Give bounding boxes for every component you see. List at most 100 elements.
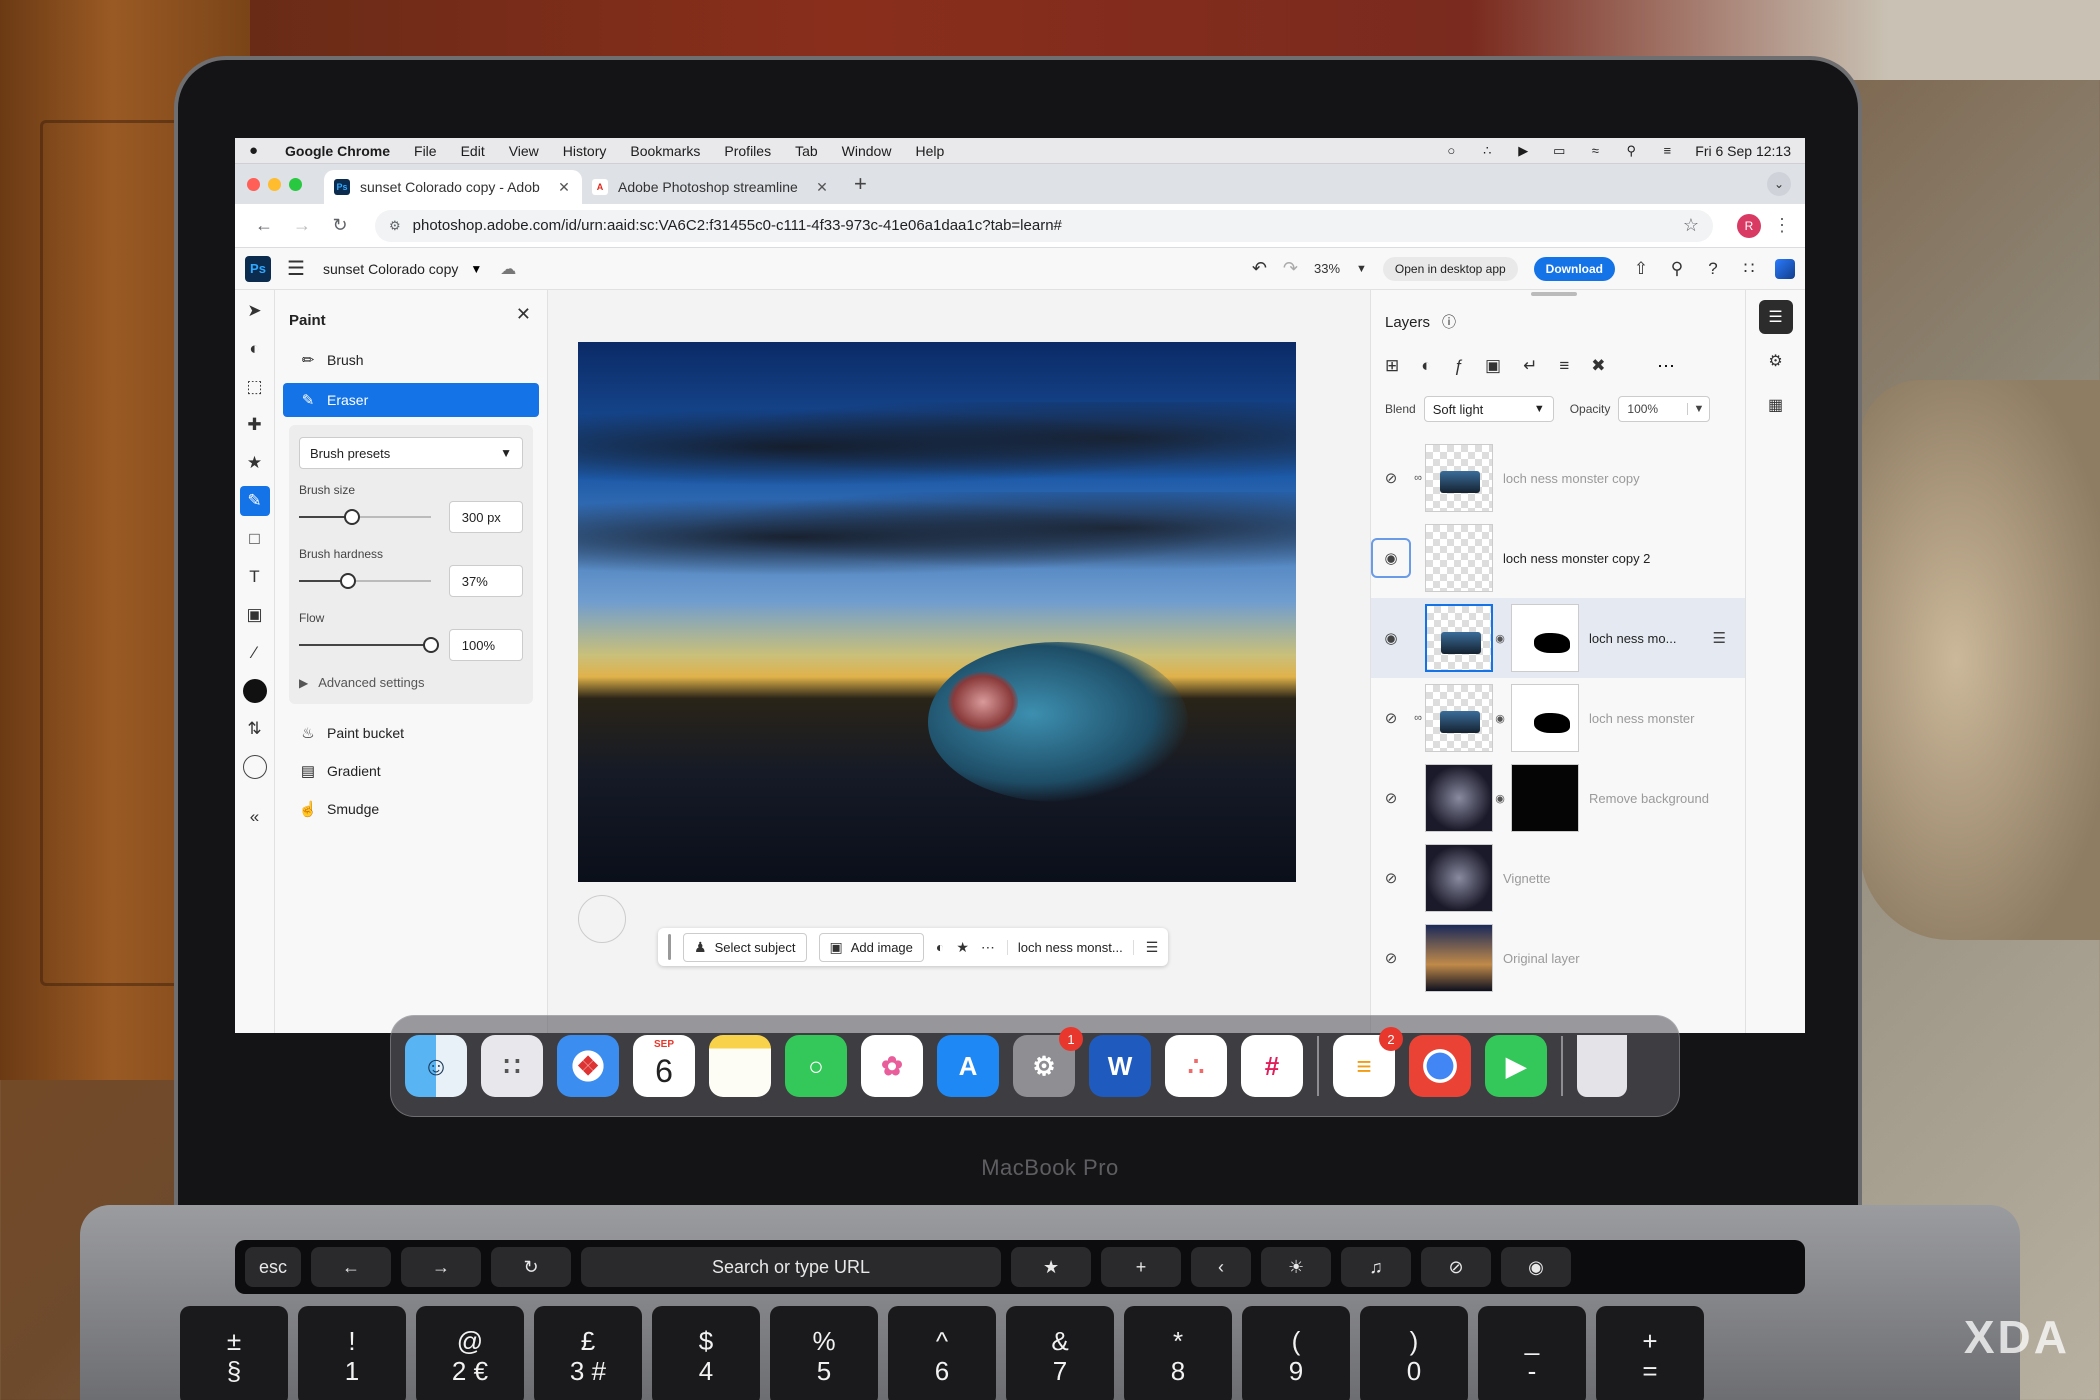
paint-bucket-tool-item[interactable]: ♨ Paint bucket bbox=[283, 716, 539, 750]
download-button[interactable]: Download bbox=[1533, 256, 1615, 281]
key-6[interactable]: ^ 6 bbox=[888, 1306, 996, 1400]
asana-icon[interactable]: ∴ bbox=[1165, 1035, 1227, 1097]
taskbar-layer-name[interactable]: loch ness monst... bbox=[1006, 939, 1134, 955]
close-tab-icon[interactable]: ✕ bbox=[556, 179, 572, 196]
brush-presets-dropdown[interactable]: Brush presets ▼ bbox=[299, 437, 523, 469]
selection-tool-icon[interactable]: ⬚ bbox=[240, 372, 270, 402]
undo-icon[interactable]: ↶ bbox=[1252, 258, 1267, 279]
mask-link-icon[interactable]: ◉ bbox=[1493, 712, 1507, 725]
brush-tool-item[interactable]: ✏ Brush bbox=[283, 343, 539, 377]
menu-app-name[interactable]: Google Chrome bbox=[285, 143, 390, 159]
eye-visible-icon[interactable]: ◉ bbox=[1371, 538, 1411, 578]
site-settings-icon[interactable]: ⚙ bbox=[389, 218, 401, 234]
touchbar-back-icon[interactable]: ← bbox=[311, 1247, 392, 1287]
menubar-clock[interactable]: Fri 6 Sep 12:13 bbox=[1695, 143, 1791, 159]
layer-mask-thumbnail[interactable] bbox=[1511, 604, 1579, 672]
eye-hidden-icon[interactable]: ⊘ bbox=[1371, 458, 1411, 498]
slider-knob[interactable] bbox=[343, 509, 360, 525]
eye-visible-icon[interactable]: ◉ bbox=[1371, 618, 1411, 658]
touchbar-siri-icon[interactable]: ◉ bbox=[1501, 1247, 1572, 1287]
properties-panel-icon[interactable]: ⚙ bbox=[1759, 344, 1793, 378]
hamburger-menu-icon[interactable]: ☰ bbox=[287, 256, 305, 281]
redo-icon[interactable]: ↷ bbox=[1283, 258, 1298, 279]
swap-colors-icon[interactable]: ⇅ bbox=[240, 714, 270, 744]
canvas-image[interactable] bbox=[578, 342, 1296, 882]
mask-link-icon[interactable]: ◉ bbox=[1493, 632, 1507, 645]
touchbar-collapse-icon[interactable]: ‹ bbox=[1191, 1247, 1252, 1287]
layer-row[interactable]: ⊘ ◉ Remove background bbox=[1371, 758, 1746, 838]
tab-adobe-article[interactable]: A Adobe Photoshop streamline ✕ bbox=[582, 170, 840, 204]
layer-row[interactable]: ⊘ ∞ loch ness monster copy bbox=[1371, 438, 1746, 518]
messages-icon[interactable]: ○ bbox=[785, 1035, 847, 1097]
layer-row[interactable]: ◉ loch ness monster copy 2 bbox=[1371, 518, 1746, 598]
adjustment-icon[interactable]: ◐ bbox=[936, 939, 944, 955]
creative-cloud-icon[interactable] bbox=[1775, 258, 1795, 279]
key-8[interactable]: * 8 bbox=[1124, 1306, 1232, 1400]
opacity-input[interactable]: 100% ▼ bbox=[1618, 396, 1711, 422]
eraser-tool-item[interactable]: ✎ Eraser bbox=[283, 383, 539, 417]
facetime-icon[interactable]: ▶ bbox=[1485, 1035, 1547, 1097]
help-icon[interactable]: ? bbox=[1703, 259, 1723, 279]
mask-link-icon[interactable]: ◉ bbox=[1493, 792, 1507, 805]
finder-icon[interactable]: ☺ bbox=[405, 1035, 467, 1097]
apps-grid-icon[interactable]: ∷ bbox=[1739, 259, 1759, 279]
touchbar-new-tab-icon[interactable]: + bbox=[1101, 1247, 1182, 1287]
menu-file[interactable]: File bbox=[414, 143, 437, 159]
battery-icon[interactable]: ▭ bbox=[1551, 143, 1567, 158]
adjustment-tool-icon[interactable]: ◐ bbox=[240, 334, 270, 364]
key-equals[interactable]: + = bbox=[1596, 1306, 1704, 1400]
notes-icon[interactable] bbox=[709, 1035, 771, 1097]
asana-status-icon[interactable]: ∴ bbox=[1479, 143, 1495, 158]
back-icon[interactable]: ← bbox=[249, 215, 279, 236]
adjustment-layer-icon[interactable]: ◐ bbox=[1421, 356, 1431, 376]
trash-icon[interactable] bbox=[1577, 1035, 1627, 1097]
launchpad-icon[interactable]: ∷ bbox=[481, 1035, 543, 1097]
forward-icon[interactable]: → bbox=[287, 215, 317, 236]
eye-hidden-icon[interactable]: ⊘ bbox=[1371, 698, 1411, 738]
zoom-chevron-down-icon[interactable]: ▼ bbox=[1356, 263, 1367, 275]
add-layer-icon[interactable]: ⊞ bbox=[1385, 356, 1399, 376]
creative-cloud-icon[interactable]: ○ bbox=[1443, 143, 1459, 158]
play-icon[interactable]: ▶ bbox=[1515, 143, 1531, 158]
shape-tool-icon[interactable]: □ bbox=[240, 524, 270, 554]
touchbar-forward-icon[interactable]: → bbox=[401, 1247, 482, 1287]
comments-panel-icon[interactable]: ▦ bbox=[1759, 388, 1793, 422]
slider-knob[interactable] bbox=[423, 637, 439, 653]
esc-key[interactable]: esc bbox=[245, 1247, 302, 1287]
calendar-icon[interactable]: SEP 6 bbox=[633, 1035, 695, 1097]
eye-hidden-icon[interactable]: ⊘ bbox=[1371, 858, 1411, 898]
key-minus[interactable]: _ - bbox=[1478, 1306, 1586, 1400]
system-settings-icon[interactable]: ⚙ 1 bbox=[1013, 1027, 1083, 1097]
move-tool-icon[interactable]: ➤ bbox=[240, 296, 270, 326]
menu-help[interactable]: Help bbox=[915, 143, 944, 159]
control-center-icon[interactable]: ≡ bbox=[1659, 143, 1675, 158]
info-icon[interactable]: ⓘ bbox=[1442, 312, 1456, 332]
close-tab-icon[interactable]: ✕ bbox=[814, 179, 830, 196]
address-bar[interactable]: ⚙ photoshop.adobe.com/id/urn:aaid:sc:VA6… bbox=[375, 209, 1713, 242]
key-9[interactable]: (9 bbox=[1242, 1306, 1350, 1400]
key-2[interactable]: @2 € bbox=[416, 1306, 524, 1400]
more-options-icon[interactable]: ⋯ bbox=[981, 939, 995, 956]
layer-row[interactable]: ⊘ Vignette bbox=[1371, 838, 1746, 918]
menu-window[interactable]: Window bbox=[842, 143, 892, 159]
photoshop-logo[interactable]: Ps bbox=[245, 255, 271, 282]
touchbar-volume-icon[interactable]: ♫ bbox=[1341, 1247, 1412, 1287]
touchbar-brightness-icon[interactable]: ☀ bbox=[1261, 1247, 1332, 1287]
quick-actions-icon[interactable]: ★ bbox=[240, 448, 270, 478]
open-in-desktop-button[interactable]: Open in desktop app bbox=[1382, 256, 1518, 281]
brush-size-slider[interactable] bbox=[299, 509, 431, 525]
touchbar-bookmark-icon[interactable]: ★ bbox=[1011, 1247, 1092, 1287]
healing-tool-icon[interactable]: ✚ bbox=[240, 410, 270, 440]
add-image-tool-icon[interactable]: ▣ bbox=[240, 600, 270, 630]
key-0[interactable]: ) 0 bbox=[1360, 1306, 1468, 1400]
wifi-icon[interactable]: ≈ bbox=[1587, 143, 1603, 158]
close-icon[interactable]: ✕ bbox=[516, 304, 531, 325]
brush-hardness-input[interactable]: 37% bbox=[448, 565, 523, 597]
touchbar-search-field[interactable]: Search or type URL bbox=[581, 1247, 1002, 1287]
menu-bookmarks[interactable]: Bookmarks bbox=[630, 143, 700, 159]
key-4[interactable]: $4 bbox=[652, 1306, 760, 1400]
zoom-level[interactable]: 33% bbox=[1314, 261, 1340, 276]
flow-input[interactable]: 100% bbox=[448, 629, 523, 661]
apple-icon[interactable]: ● bbox=[249, 142, 263, 159]
add-image-button[interactable]: ▣ Add image bbox=[818, 932, 924, 962]
